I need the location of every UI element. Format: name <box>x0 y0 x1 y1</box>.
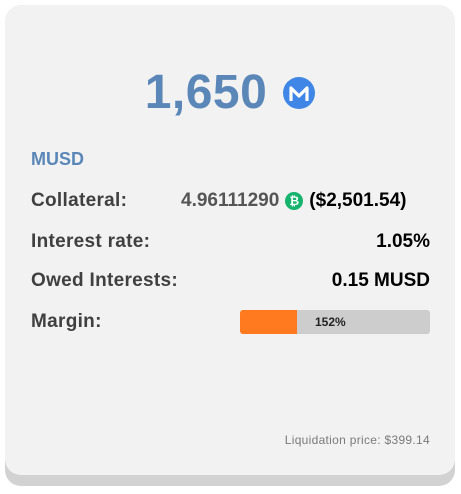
owed-interests-label: Owed Interests: <box>31 270 179 291</box>
owed-interests-row: Owed Interests: 0.15 MUSD <box>31 268 430 294</box>
margin-progress-fill <box>240 310 297 334</box>
liquidation-price: Liquidation price: $399.14 <box>284 433 430 447</box>
interest-rate-row: Interest rate: 1.05% <box>31 229 430 255</box>
collateral-value: 4.96111290 ₿ ($2,501.54) <box>181 188 430 214</box>
interest-rate-value: 1.05% <box>376 231 430 252</box>
margin-progress-bar: 152% <box>240 310 430 334</box>
margin-label: Margin: <box>31 311 102 332</box>
collateral-amount: 4.96111290 <box>181 190 280 211</box>
interest-rate-label: Interest rate: <box>31 231 151 252</box>
bitcoin-icon: ₿ <box>285 192 304 210</box>
token-symbol: MUSD <box>31 149 84 169</box>
collateral-usd-value: ($2,501.54) <box>309 190 407 211</box>
collateral-label: Collateral: <box>31 190 128 211</box>
owed-interests-value: 0.15 MUSD <box>331 270 430 291</box>
position-amount: 1,650 <box>144 66 268 119</box>
m-glyph <box>289 86 309 101</box>
musd-m-icon <box>283 77 316 109</box>
collateral-row: Collateral: 4.96111290 ₿ ($2,501.54) <box>31 188 430 214</box>
amount-row: 1,650 <box>5 63 455 123</box>
margin-value: 152% <box>315 315 346 329</box>
position-card: 1,650 MUSD Collateral: 4.96111290 ₿ ($2,… <box>5 5 455 475</box>
